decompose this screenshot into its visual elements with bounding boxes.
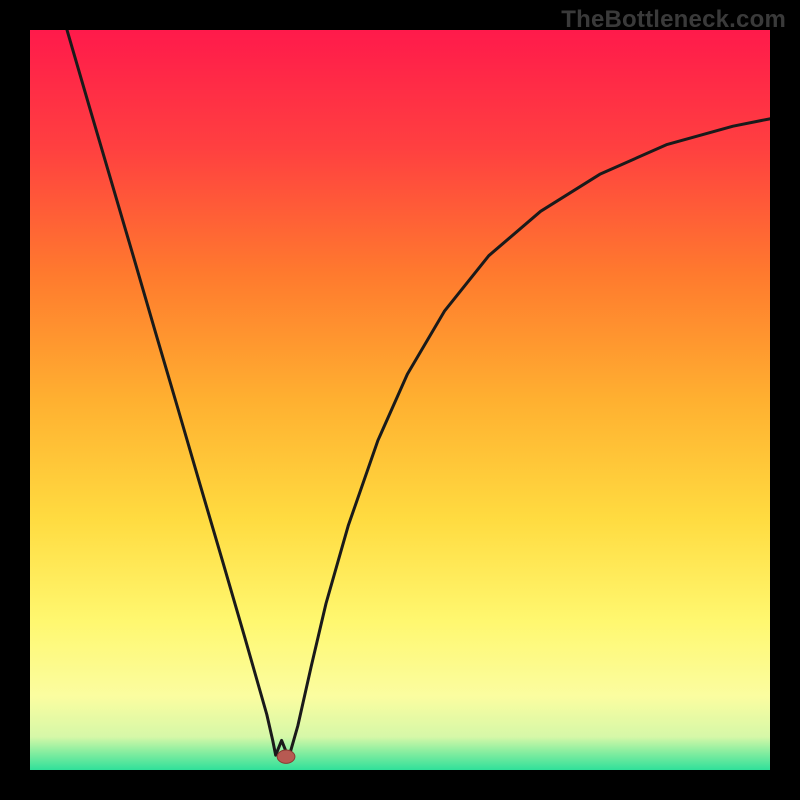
- bottleneck-chart: [30, 30, 770, 770]
- plot-area: [30, 30, 770, 770]
- gradient-background: [30, 30, 770, 770]
- optimal-point-marker: [277, 750, 295, 763]
- chart-frame: TheBottleneck.com: [0, 0, 800, 800]
